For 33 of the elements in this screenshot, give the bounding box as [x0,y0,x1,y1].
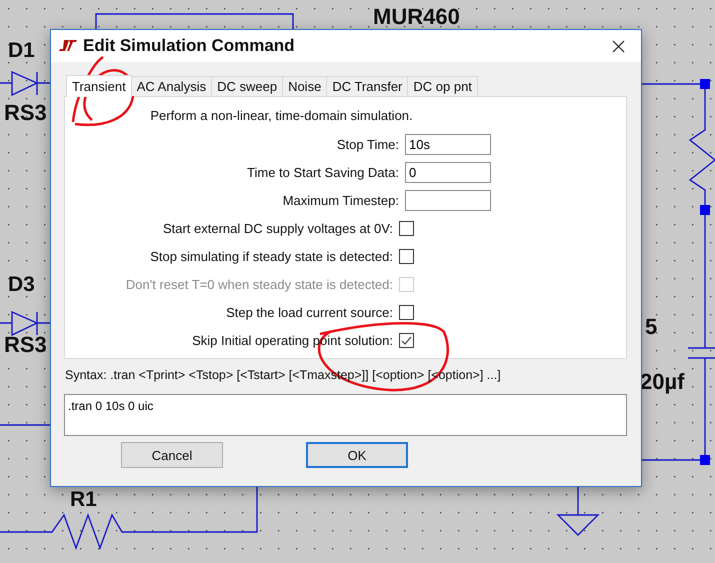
logo-icon [59,40,77,52]
checkbox[interactable] [399,332,414,348]
command-field[interactable]: .tran 0 10s 0 uic [64,394,627,436]
tab[interactable]: Transient [66,75,132,97]
option-label: Start external DC supply voltages at 0V: [162,220,393,236]
option-label: Stop simulating if steady state is detected: [150,248,393,264]
component-label: D1 [8,40,35,61]
component-label: MUR460 [373,6,460,28]
field-label: Maximum Timestep: [282,192,399,208]
option-label: Don't reset T=0 when steady state is detected: [126,276,393,292]
checkbox[interactable] [399,248,414,264]
tab[interactable]: AC Analysis [130,76,212,96]
checkbox[interactable] [399,220,414,236]
input-field[interactable]: 0 [405,162,491,182]
component-label: D3 [8,274,35,295]
option-label: Step the load current source: [226,304,393,320]
component-label: R1 [70,489,97,510]
component-label: RS3 [4,334,47,356]
window-title: Edit Simulation Command [83,36,296,56]
tab[interactable]: DC op pnt [407,76,478,96]
cancel-button[interactable]: Cancel [121,442,223,468]
component-label: 5 [645,316,658,338]
description-text: Perform a non-linear, time-domain simulation. [150,108,413,123]
component-label: RS3 [4,102,47,124]
tab[interactable]: DC sweep [211,76,284,96]
field-label: Stop Time: [336,136,399,152]
field-label: Time to Start Saving Data: [247,164,399,180]
input-field[interactable]: 10s [405,134,491,154]
checkbox[interactable] [399,304,414,320]
component-label: 20µf [640,371,684,393]
close-icon [612,40,624,52]
input-field[interactable] [405,190,491,210]
ok-button[interactable]: OK [306,442,408,468]
